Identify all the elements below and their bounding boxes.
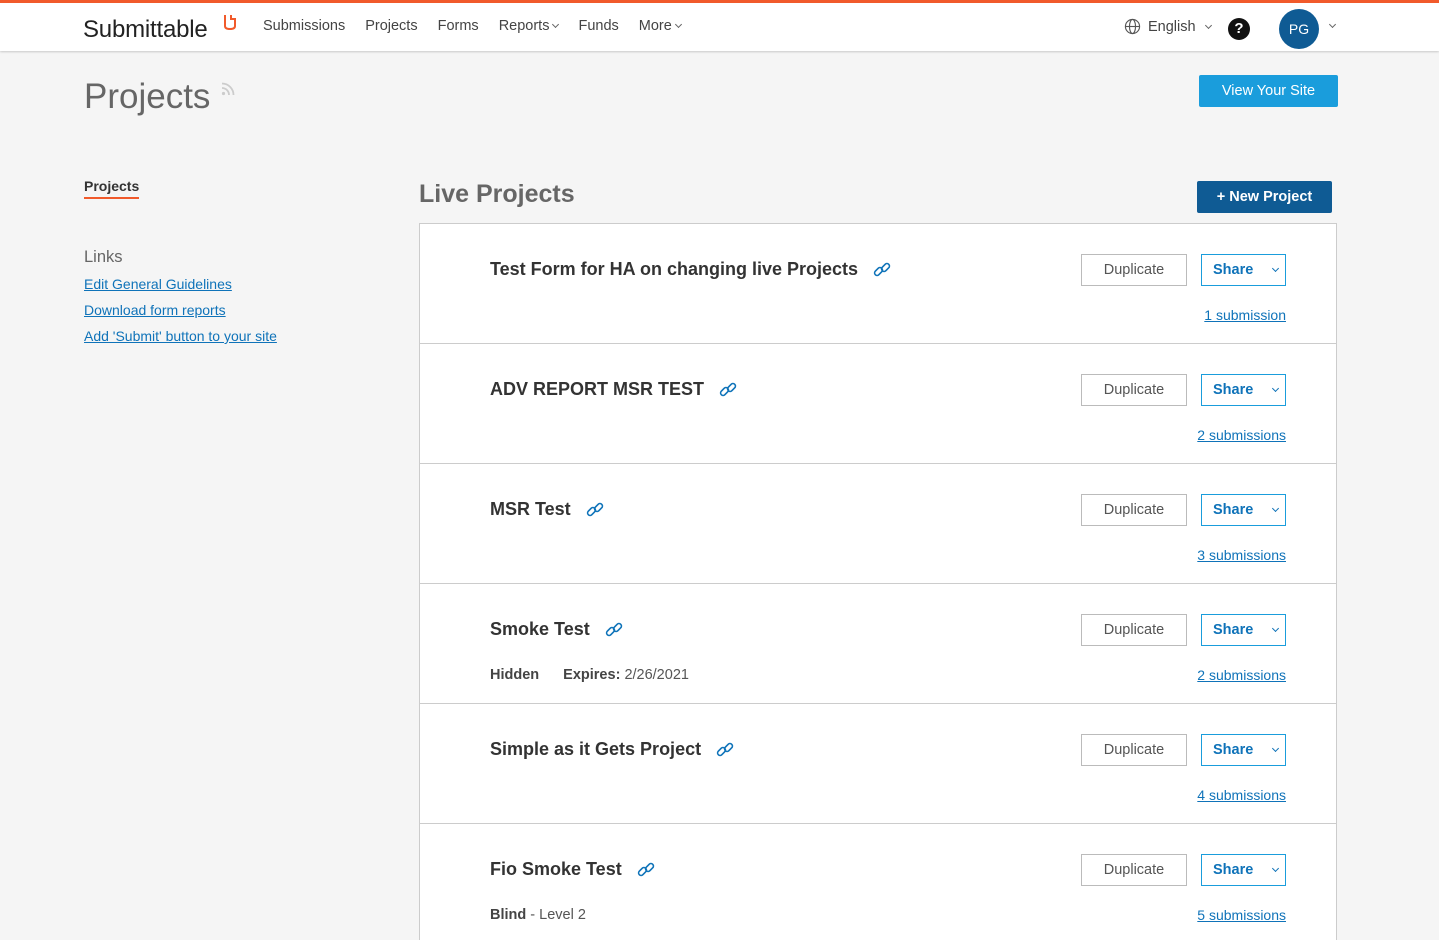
nav-more[interactable]: More bbox=[639, 18, 682, 34]
share-button[interactable]: Share bbox=[1201, 734, 1286, 766]
chevron-down-icon bbox=[1272, 384, 1280, 393]
share-button[interactable]: Share bbox=[1201, 254, 1286, 286]
expires-value: 2/26/2021 bbox=[624, 667, 689, 683]
duplicate-button[interactable]: Duplicate bbox=[1081, 614, 1187, 646]
project-card: Fio Smoke Test Blind - Level 2 Duplicate… bbox=[420, 824, 1336, 940]
edit-general-guidelines-link[interactable]: Edit General Guidelines bbox=[84, 276, 232, 292]
main-nav: Submissions Projects Forms Reports Funds… bbox=[263, 18, 701, 34]
chevron-down-icon bbox=[1204, 21, 1212, 29]
project-name[interactable]: MSR Test bbox=[490, 499, 571, 520]
download-form-reports-link[interactable]: Download form reports bbox=[84, 302, 226, 318]
chevron-down-icon bbox=[1272, 864, 1280, 873]
submittable-logo-mark-icon bbox=[224, 15, 236, 30]
chevron-down-icon bbox=[1272, 744, 1280, 753]
duplicate-button[interactable]: Duplicate bbox=[1081, 254, 1187, 286]
language-label: English bbox=[1148, 18, 1196, 35]
share-button[interactable]: Share bbox=[1201, 854, 1286, 886]
share-button[interactable]: Share bbox=[1201, 614, 1286, 646]
project-meta: Hidden Expires: 2/26/2021 bbox=[490, 667, 689, 683]
project-meta: Blind - Level 2 bbox=[490, 907, 586, 923]
nav-funds[interactable]: Funds bbox=[578, 18, 618, 34]
submissions-link[interactable]: 2 submissions bbox=[1197, 667, 1286, 683]
project-name[interactable]: ADV REPORT MSR TEST bbox=[490, 379, 704, 400]
submissions-link[interactable]: 4 submissions bbox=[1197, 787, 1286, 803]
links-heading: Links bbox=[84, 248, 123, 266]
link-icon[interactable] bbox=[715, 740, 735, 760]
submissions-link[interactable]: 2 submissions bbox=[1197, 427, 1286, 443]
project-card: ADV REPORT MSR TEST Duplicate Share 2 su… bbox=[420, 344, 1336, 464]
chevron-down-icon bbox=[1272, 264, 1280, 273]
chevron-down-icon[interactable] bbox=[1328, 20, 1337, 29]
project-card: Simple as it Gets Project Duplicate Shar… bbox=[420, 704, 1336, 824]
submissions-link[interactable]: 3 submissions bbox=[1197, 547, 1286, 563]
blind-label: Blind bbox=[490, 907, 527, 923]
language-selector[interactable]: English bbox=[1124, 18, 1212, 35]
link-icon[interactable] bbox=[718, 380, 738, 400]
duplicate-button[interactable]: Duplicate bbox=[1081, 734, 1187, 766]
project-card: Test Form for HA on changing live Projec… bbox=[420, 224, 1336, 344]
submittable-logo[interactable]: Submittable bbox=[83, 16, 208, 44]
project-list: Test Form for HA on changing live Projec… bbox=[419, 223, 1337, 940]
top-navigation-bar: Submittable Submissions Projects Forms R… bbox=[0, 0, 1439, 51]
chevron-down-icon bbox=[674, 20, 682, 29]
project-name[interactable]: Test Form for HA on changing live Projec… bbox=[490, 259, 858, 280]
link-icon[interactable] bbox=[604, 620, 624, 640]
share-button[interactable]: Share bbox=[1201, 374, 1286, 406]
view-your-site-button[interactable]: View Your Site bbox=[1199, 75, 1338, 107]
new-project-button[interactable]: + New Project bbox=[1197, 181, 1332, 213]
chevron-down-icon bbox=[552, 20, 560, 29]
link-icon[interactable] bbox=[636, 860, 656, 880]
share-button[interactable]: Share bbox=[1201, 494, 1286, 526]
project-card: Smoke Test Hidden Expires: 2/26/2021 Dup… bbox=[420, 584, 1336, 704]
rss-icon[interactable] bbox=[221, 82, 235, 96]
blind-level: - Level 2 bbox=[526, 907, 586, 923]
nav-forms[interactable]: Forms bbox=[438, 18, 479, 34]
link-icon[interactable] bbox=[872, 260, 892, 280]
avatar[interactable]: PG bbox=[1279, 9, 1319, 49]
submissions-link[interactable]: 5 submissions bbox=[1197, 907, 1286, 923]
submissions-link[interactable]: 1 submission bbox=[1204, 307, 1286, 323]
nav-projects[interactable]: Projects bbox=[365, 18, 417, 34]
expires-label: Expires: bbox=[563, 667, 621, 683]
link-icon[interactable] bbox=[585, 500, 605, 520]
add-submit-button-link[interactable]: Add 'Submit' button to your site bbox=[84, 328, 277, 344]
project-card: MSR Test Duplicate Share 3 submissions bbox=[420, 464, 1336, 584]
project-name[interactable]: Fio Smoke Test bbox=[490, 859, 622, 880]
project-name[interactable]: Simple as it Gets Project bbox=[490, 739, 701, 760]
chevron-down-icon bbox=[1272, 624, 1280, 633]
page-title: Projects bbox=[84, 77, 211, 116]
chevron-down-icon bbox=[1272, 504, 1280, 513]
sidebar-item-projects[interactable]: Projects bbox=[84, 178, 140, 199]
section-title: Live Projects bbox=[419, 180, 575, 208]
nav-submissions[interactable]: Submissions bbox=[263, 18, 345, 34]
nav-reports[interactable]: Reports bbox=[499, 18, 560, 34]
hidden-status: Hidden bbox=[490, 667, 540, 683]
help-icon[interactable]: ? bbox=[1228, 18, 1250, 40]
project-name[interactable]: Smoke Test bbox=[490, 619, 590, 640]
duplicate-button[interactable]: Duplicate bbox=[1081, 374, 1187, 406]
duplicate-button[interactable]: Duplicate bbox=[1081, 494, 1187, 526]
globe-icon bbox=[1124, 18, 1141, 35]
duplicate-button[interactable]: Duplicate bbox=[1081, 854, 1187, 886]
